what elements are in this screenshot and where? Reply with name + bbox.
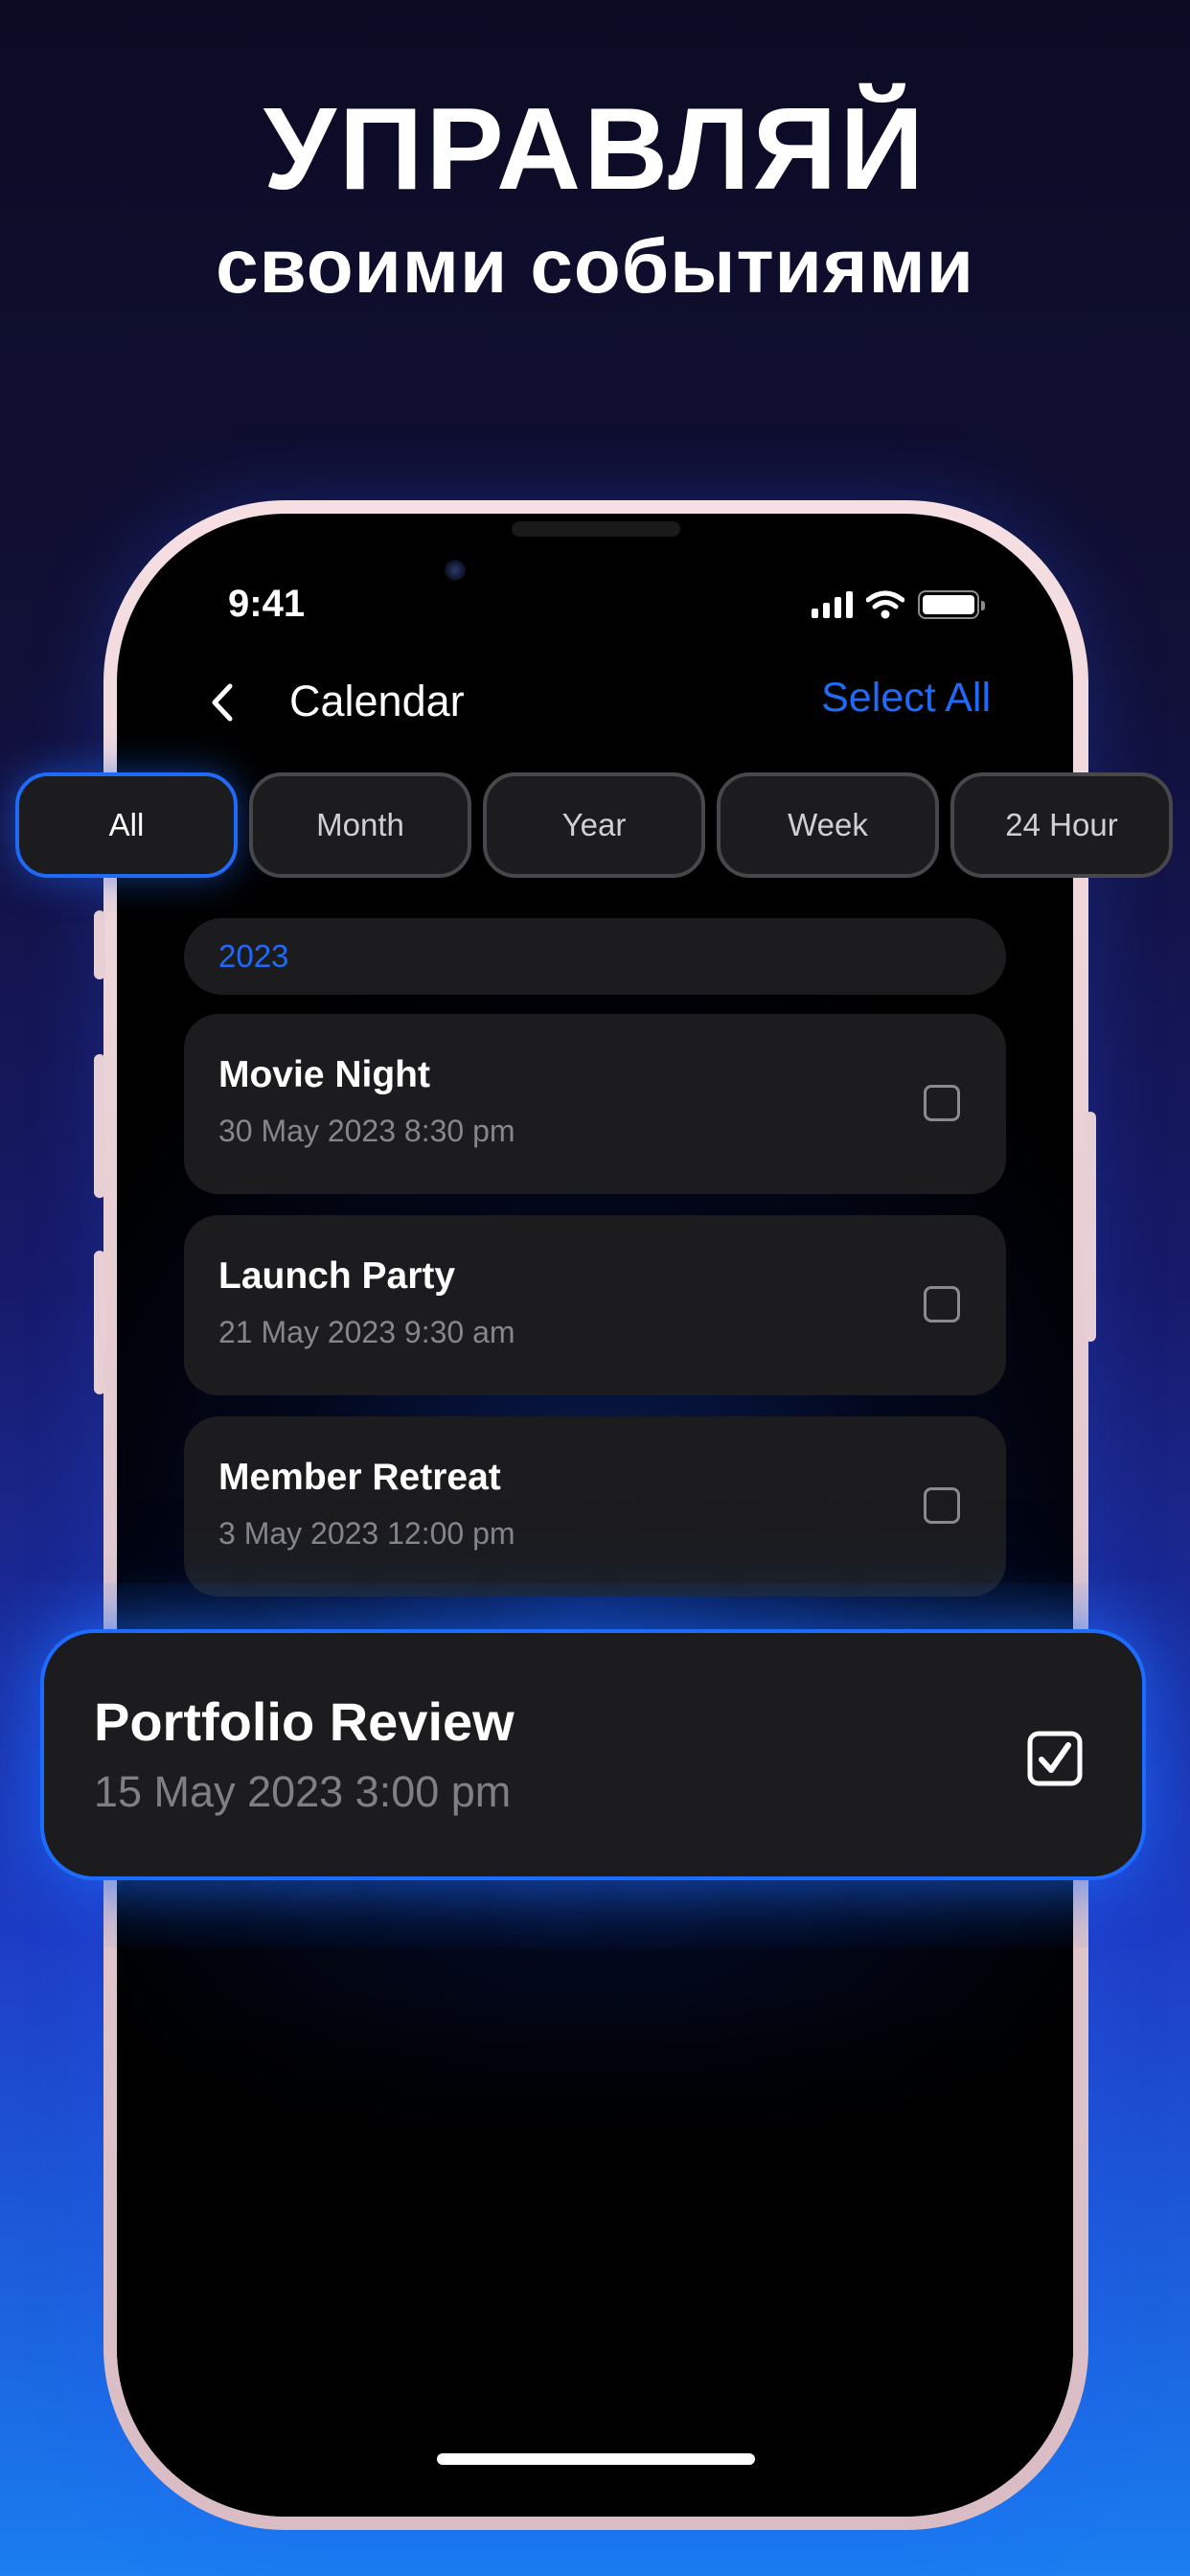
event-checkbox[interactable] bbox=[924, 1286, 960, 1322]
phone-side-button bbox=[94, 910, 105, 979]
page-title: Calendar bbox=[289, 677, 465, 725]
status-time: 9:41 bbox=[228, 583, 306, 625]
select-all-button[interactable]: Select All bbox=[821, 675, 991, 722]
filter-chip-all[interactable]: All bbox=[15, 772, 238, 878]
phone-power-button bbox=[1085, 1112, 1096, 1342]
wifi-icon bbox=[866, 590, 904, 619]
speaker bbox=[512, 521, 680, 537]
featured-event-title: Portfolio Review bbox=[94, 1691, 515, 1752]
subheadline: своими событиями bbox=[216, 223, 974, 309]
featured-event-date: 15 May 2023 3:00 pm bbox=[94, 1767, 512, 1816]
status-icons bbox=[812, 590, 985, 619]
headline: УПРАВЛЯЙ bbox=[263, 83, 927, 214]
event-card[interactable]: Launch Party 21 May 2023 9:30 am bbox=[184, 1215, 1006, 1395]
filter-chip-year[interactable]: Year bbox=[483, 772, 705, 878]
camera-icon bbox=[445, 560, 466, 581]
event-date: 21 May 2023 9:30 am bbox=[218, 1315, 515, 1349]
battery-icon bbox=[918, 590, 985, 619]
year-label: 2023 bbox=[218, 938, 289, 974]
phone-volume-down bbox=[94, 1251, 105, 1394]
event-checkbox[interactable] bbox=[924, 1487, 960, 1524]
event-title: Movie Night bbox=[218, 1054, 430, 1095]
year-section-header: 2023 bbox=[184, 918, 1006, 995]
home-indicator[interactable] bbox=[437, 2453, 755, 2465]
cellular-signal-icon bbox=[812, 591, 853, 618]
event-title: Launch Party bbox=[218, 1255, 456, 1297]
screen-fade bbox=[117, 1990, 1073, 2517]
event-card[interactable]: Movie Night 30 May 2023 8:30 pm bbox=[184, 1014, 1006, 1194]
filter-chip-week[interactable]: Week bbox=[717, 772, 939, 878]
filter-chip-month[interactable]: Month bbox=[249, 772, 471, 878]
filter-chips: All Month Year Week 24 Hour bbox=[15, 772, 1173, 878]
event-checkbox[interactable] bbox=[924, 1085, 960, 1121]
checked-checkbox-icon[interactable] bbox=[1027, 1731, 1083, 1786]
event-title: Member Retreat bbox=[218, 1457, 501, 1498]
filter-chip-24-hour[interactable]: 24 Hour bbox=[950, 772, 1173, 878]
featured-event-card[interactable]: Portfolio Review 15 May 2023 3:00 pm bbox=[40, 1629, 1146, 1880]
event-date: 3 May 2023 12:00 pm bbox=[218, 1516, 515, 1551]
event-card[interactable]: Member Retreat 3 May 2023 12:00 pm bbox=[184, 1416, 1006, 1597]
phone-volume-up bbox=[94, 1054, 105, 1198]
event-date: 30 May 2023 8:30 pm bbox=[218, 1114, 515, 1148]
back-chevron-icon[interactable] bbox=[199, 678, 247, 726]
